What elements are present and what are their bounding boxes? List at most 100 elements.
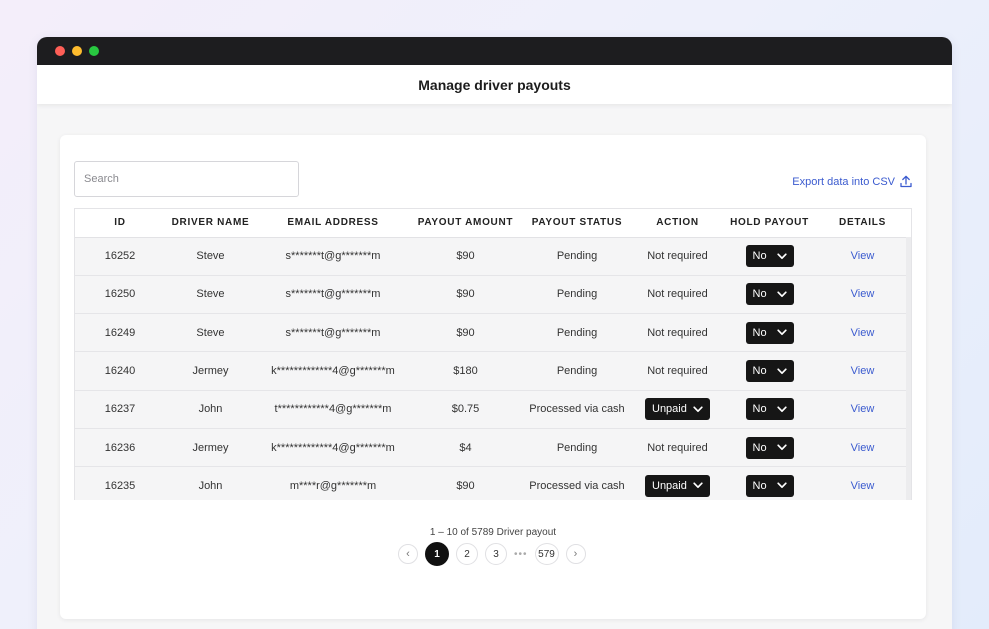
cell-id: 16249 bbox=[75, 313, 165, 353]
cell-id: 16235 bbox=[75, 466, 165, 500]
cell-driver-name: Steve bbox=[165, 237, 256, 276]
view-details-link[interactable]: View bbox=[851, 288, 875, 300]
upload-icon bbox=[900, 175, 912, 188]
column-header-email[interactable]: EMAIL ADDRESS bbox=[256, 209, 410, 238]
chevron-down-icon bbox=[776, 444, 787, 451]
table-scrollbar[interactable] bbox=[906, 237, 911, 500]
hold-payout-dropdown[interactable]: No bbox=[745, 321, 794, 344]
table-row: 16235 John m****r@g*******m $90 Processed vi… bbox=[75, 466, 908, 500]
table-row: 16249 Steve s*******t@g*******m $90 Pending N… bbox=[75, 313, 908, 353]
hold-payout-dropdown[interactable]: No bbox=[745, 283, 794, 306]
action-text: Not required bbox=[647, 441, 708, 454]
cell-details: View bbox=[817, 466, 908, 500]
hold-payout-value: No bbox=[752, 326, 767, 339]
hold-payout-dropdown[interactable]: No bbox=[745, 360, 794, 383]
column-header-driver-name[interactable]: DRIVER NAME bbox=[165, 209, 256, 238]
column-header-payout-amount[interactable]: PAYOUT AMOUNT bbox=[410, 209, 521, 238]
title-bar bbox=[37, 37, 952, 65]
column-header-details[interactable]: DETAILS bbox=[817, 209, 908, 238]
export-csv-link[interactable]: Export data into CSV bbox=[792, 175, 912, 188]
browser-window: Manage driver payouts Export data into C… bbox=[37, 37, 952, 629]
close-window-dot[interactable] bbox=[55, 46, 65, 56]
view-details-link[interactable]: View bbox=[851, 250, 875, 262]
table-row: 16237 John t************4@g*******m $0.75 Pr… bbox=[75, 390, 908, 429]
table-header-row: ID DRIVER NAME EMAIL ADDRESS PAYOUT AMOU… bbox=[75, 209, 908, 238]
cell-hold-payout: No bbox=[722, 390, 817, 429]
cell-details: View bbox=[817, 428, 908, 468]
page-button-2[interactable]: 2 bbox=[456, 543, 478, 565]
page-title: Manage driver payouts bbox=[418, 76, 571, 93]
cell-details: View bbox=[817, 275, 908, 315]
pagination: ‹ 1 2 3 ••• 579 › bbox=[398, 542, 586, 566]
view-details-link[interactable]: View bbox=[851, 403, 875, 415]
column-header-payout-status[interactable]: PAYOUT STATUS bbox=[521, 209, 633, 238]
cell-payout-status: Pending bbox=[521, 313, 633, 353]
cell-hold-payout: No bbox=[722, 237, 817, 276]
hold-payout-dropdown[interactable]: No bbox=[745, 245, 794, 268]
page-button-3[interactable]: 3 bbox=[485, 543, 507, 565]
maximize-window-dot[interactable] bbox=[89, 46, 99, 56]
cell-action: Unpaid bbox=[633, 390, 722, 429]
cell-payout-amount: $0.75 bbox=[410, 390, 521, 429]
cell-details: View bbox=[817, 351, 908, 391]
cell-payout-amount: $90 bbox=[410, 466, 521, 500]
cell-hold-payout: No bbox=[722, 313, 817, 353]
cell-details: View bbox=[817, 390, 908, 429]
hold-payout-dropdown[interactable]: No bbox=[745, 474, 794, 497]
hold-payout-value: No bbox=[752, 479, 767, 492]
action-text: Not required bbox=[647, 326, 708, 339]
cell-id: 16236 bbox=[75, 428, 165, 468]
view-details-link[interactable]: View bbox=[851, 442, 875, 454]
cell-action: Not required bbox=[633, 275, 722, 315]
cell-hold-payout: No bbox=[722, 275, 817, 315]
cell-driver-name: John bbox=[165, 390, 256, 429]
hold-payout-value: No bbox=[752, 441, 767, 454]
chevron-down-icon bbox=[776, 253, 787, 259]
page-button-last[interactable]: 579 bbox=[534, 543, 559, 565]
search-box[interactable] bbox=[74, 161, 299, 197]
view-details-link[interactable]: View bbox=[851, 327, 875, 339]
payouts-table-container[interactable]: ID DRIVER NAME EMAIL ADDRESS PAYOUT AMOU… bbox=[74, 208, 912, 500]
search-input[interactable] bbox=[84, 173, 298, 185]
view-details-link[interactable]: View bbox=[851, 480, 875, 492]
minimize-window-dot[interactable] bbox=[72, 46, 82, 56]
cell-action: Not required bbox=[633, 351, 722, 391]
cell-driver-name: John bbox=[165, 466, 256, 500]
cell-id: 16250 bbox=[75, 275, 165, 315]
action-dropdown[interactable]: Unpaid bbox=[645, 474, 710, 497]
chevron-down-icon bbox=[776, 291, 787, 297]
cell-payout-status: Pending bbox=[521, 275, 633, 315]
hold-payout-dropdown[interactable]: No bbox=[745, 436, 794, 459]
cell-driver-name: Steve bbox=[165, 275, 256, 315]
column-header-id[interactable]: ID bbox=[75, 209, 165, 238]
cell-payout-amount: $4 bbox=[410, 428, 521, 468]
pagination-ellipsis: ••• bbox=[514, 548, 528, 560]
hold-payout-value: No bbox=[752, 365, 767, 378]
export-csv-label: Export data into CSV bbox=[792, 175, 895, 188]
column-header-action[interactable]: ACTION bbox=[633, 209, 722, 238]
view-details-link[interactable]: View bbox=[851, 365, 875, 377]
hold-payout-dropdown[interactable]: No bbox=[745, 398, 794, 421]
cell-id: 16237 bbox=[75, 390, 165, 429]
cell-payout-status: Pending bbox=[521, 428, 633, 468]
table-row: 16236 Jermey k*************4@g*******m $4 Pe… bbox=[75, 428, 908, 468]
cell-id: 16240 bbox=[75, 351, 165, 391]
action-dropdown[interactable]: Unpaid bbox=[645, 398, 710, 421]
next-page-button[interactable]: › bbox=[565, 544, 586, 564]
chevron-down-icon bbox=[776, 329, 787, 336]
cell-driver-name: Steve bbox=[165, 313, 256, 353]
cell-payout-status: Processed via cash bbox=[521, 390, 633, 429]
cell-details: View bbox=[817, 237, 908, 276]
cell-driver-name: Jermey bbox=[165, 428, 256, 468]
cell-email: t************4@g*******m bbox=[256, 390, 410, 429]
cell-driver-name: Jermey bbox=[165, 351, 256, 391]
column-header-hold-payout[interactable]: HOLD PAYOUT bbox=[722, 209, 817, 238]
cell-hold-payout: No bbox=[722, 466, 817, 500]
table-row: 16250 Steve s*******t@g*******m $90 Pending N… bbox=[75, 275, 908, 315]
prev-page-button[interactable]: ‹ bbox=[398, 544, 418, 564]
payouts-card: Export data into CSV ID DRIVER NAME EMAI… bbox=[60, 135, 926, 619]
page-button-1[interactable]: 1 bbox=[425, 542, 449, 566]
cell-hold-payout: No bbox=[722, 351, 817, 391]
chevron-down-icon bbox=[693, 406, 703, 412]
chevron-down-icon bbox=[776, 406, 787, 412]
